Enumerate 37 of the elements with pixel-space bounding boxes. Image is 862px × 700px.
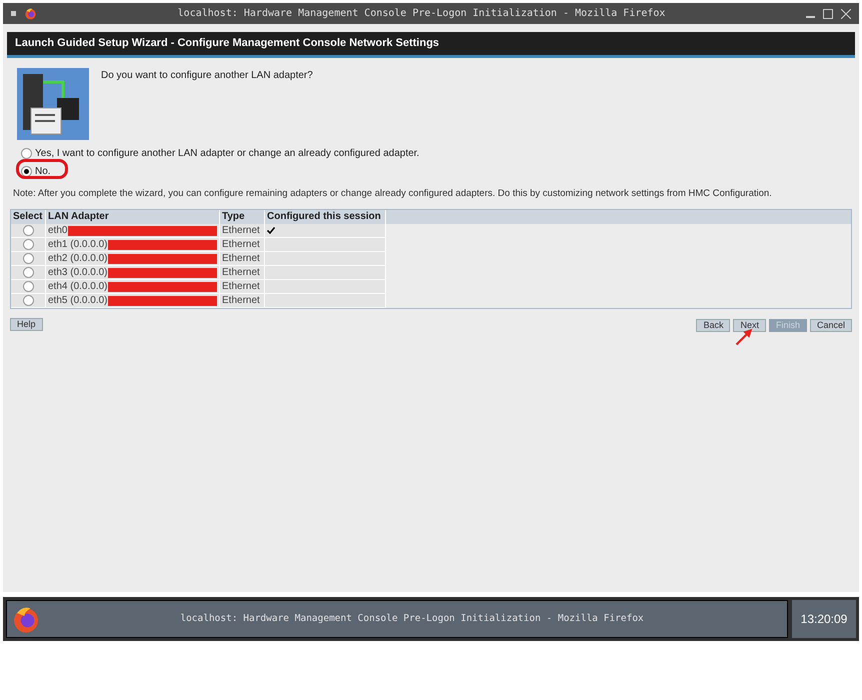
adapter-name: eth1 (0.0.0.0)	[48, 238, 108, 252]
radio-button[interactable]	[22, 295, 34, 306]
radio-button[interactable]	[22, 253, 34, 264]
table-cell: Ethernet	[220, 280, 265, 294]
adapter-name: eth2 (0.0.0.0)	[48, 252, 108, 266]
checkmark-icon	[267, 227, 275, 234]
wizard-button[interactable]: Back	[696, 319, 730, 332]
server-drawing	[17, 68, 89, 140]
taskbar-task[interactable]: localhost: Hardware Management Console Pre-Logon Initialization - Mozilla Firefox	[6, 600, 788, 638]
table-cell: Ethernet	[220, 294, 265, 308]
radio-button[interactable]	[22, 267, 34, 278]
help-button[interactable]: Help	[10, 318, 43, 331]
option-label[interactable]: Yes, I want to configure another LAN adapter or change an already configured adapter.	[35, 146, 420, 161]
radio-button[interactable]	[21, 148, 32, 159]
table-cell: Ethernet	[220, 238, 265, 252]
table-cell: Ethernet	[220, 266, 265, 280]
wizard-button[interactable]: Cancel	[810, 319, 852, 332]
adapter-name: eth5 (0.0.0.0)	[48, 294, 108, 308]
radio-button[interactable]	[22, 281, 34, 292]
maximize-icon[interactable]	[823, 8, 833, 18]
wizard-button[interactable]: Next	[733, 319, 766, 332]
window-title: localhost: Hardware Management Console Pre-Logon Initialization - Mozilla Firefox	[176, 7, 666, 21]
adapter-name: eth0	[48, 224, 68, 238]
firefox-icon[interactable]	[24, 7, 37, 20]
radio-button[interactable]	[22, 225, 34, 236]
adapter-name: eth4 (0.0.0.0)	[48, 280, 108, 294]
radio-button[interactable]	[21, 166, 32, 177]
note-text: Note: After you complete the wizard, you can configure remaining adapters or change already configured adapters. Do this by customizing network settings from HMC Configuration.	[12, 187, 773, 201]
adapter-name: eth3 (0.0.0.0)	[48, 266, 108, 280]
dialog-header: Launch Guided Setup Wizard - Configure Management Console Network Settings	[7, 32, 855, 58]
question-text: Do you want to configure another LAN adapter?	[101, 69, 313, 83]
clock: 13:20:09	[792, 600, 856, 638]
close-icon[interactable]	[841, 8, 851, 18]
option-label[interactable]: No.	[35, 164, 51, 179]
table-cell: Ethernet	[220, 252, 265, 266]
radio-button[interactable]	[22, 239, 34, 250]
table-cell: Ethernet	[220, 224, 265, 238]
